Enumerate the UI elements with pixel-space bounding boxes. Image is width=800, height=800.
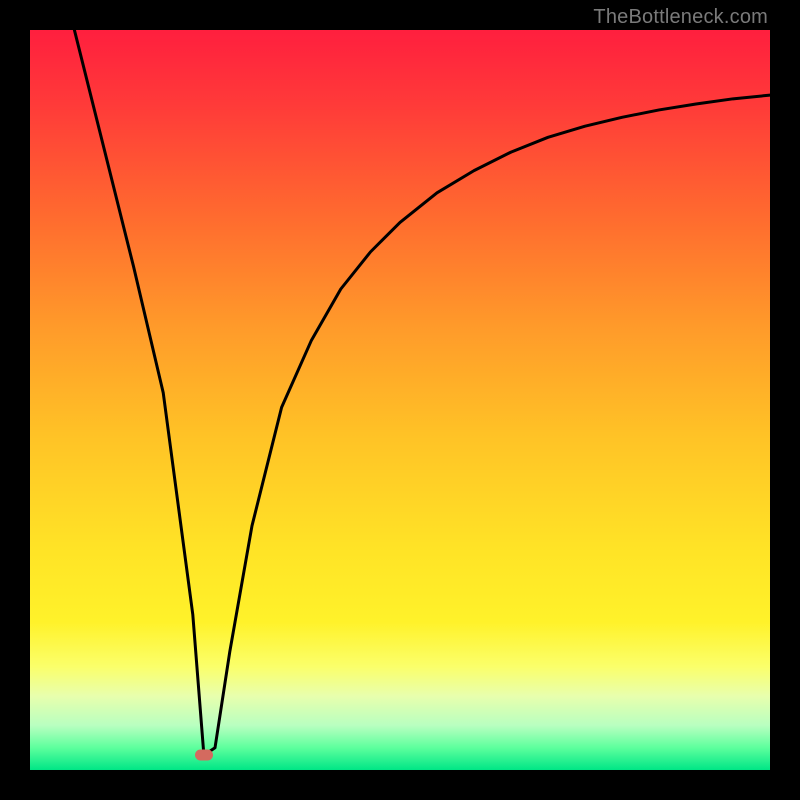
watermark-text: TheBottleneck.com [593,6,768,29]
minimum-marker [195,750,213,761]
chart-frame [30,30,770,770]
plot-area [30,30,770,770]
gradient-background [30,30,770,770]
